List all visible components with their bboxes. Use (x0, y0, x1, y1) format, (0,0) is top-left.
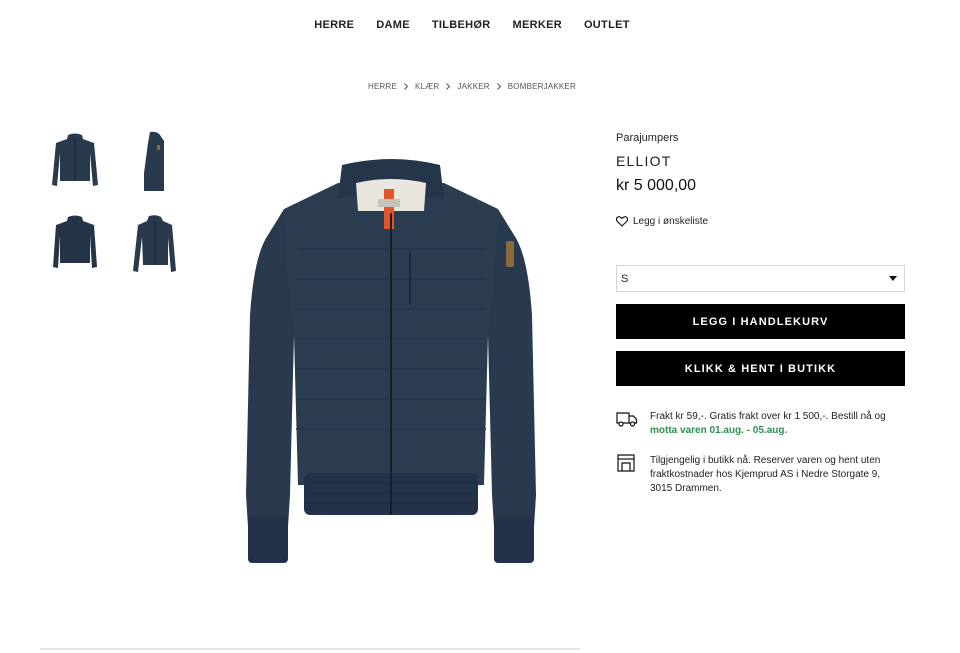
product-price: kr 5 000,00 (616, 177, 697, 194)
nav-item-herre[interactable]: HERRE (314, 19, 354, 31)
thumbnail-model[interactable] (120, 207, 190, 279)
store-availability: Tilgjengelig i butikk nå. Reserver varen… (616, 454, 905, 496)
main-nav: HERRE DAME TILBEHØR MERKER OUTLET (0, 19, 944, 31)
thumbnail-front[interactable] (40, 125, 110, 197)
nav-item-merker[interactable]: MERKER (512, 19, 561, 31)
nav-item-dame[interactable]: DAME (376, 19, 410, 31)
chevron-right-icon (404, 83, 409, 90)
size-selected-value: S (621, 272, 629, 285)
jacket-side-thumbnail (144, 131, 164, 191)
breadcrumb-klaer[interactable]: KLÆR (415, 82, 439, 91)
jacket-front-thumbnail (52, 133, 98, 186)
product-main-image[interactable] (238, 155, 544, 569)
chevron-right-icon (446, 83, 451, 90)
click-and-collect-button[interactable]: KLIKK & HENT I BUTIKK (616, 351, 905, 386)
section-divider (40, 648, 580, 650)
breadcrumb-herre[interactable]: HERRE (368, 82, 397, 91)
wishlist-button[interactable]: Legg i ønskeliste (616, 216, 708, 227)
store-availability-text: Tilgjengelig i butikk nå. Reserver varen… (650, 455, 881, 494)
size-select[interactable]: S (616, 265, 905, 292)
product-thumbnails (40, 125, 190, 279)
product-name: ELLIOT (616, 153, 672, 169)
breadcrumb-bomberjakker[interactable]: BOMBERJAKKER (508, 82, 576, 91)
shipping-text: Frakt kr 59,-. Gratis frakt over kr 1 50… (650, 411, 886, 422)
nav-item-outlet[interactable]: OUTLET (584, 19, 630, 31)
product-brand[interactable]: Parajumpers (616, 132, 905, 144)
breadcrumb: HERRE KLÆR JAKKER BOMBERJAKKER (0, 82, 944, 91)
nav-item-tilbehor[interactable]: TILBEHØR (432, 19, 491, 31)
caret-down-icon (889, 276, 897, 281)
store-icon (617, 454, 635, 472)
chevron-right-icon (496, 83, 501, 90)
jacket-back-thumbnail (53, 215, 97, 268)
thumbnail-back[interactable] (40, 207, 110, 279)
breadcrumb-jakker[interactable]: JAKKER (457, 82, 489, 91)
add-to-cart-button[interactable]: LEGG I HANDLEKURV (616, 304, 905, 339)
wishlist-label: Legg i ønskeliste (633, 216, 709, 227)
jacket-worn-thumbnail (133, 215, 176, 272)
heart-icon (616, 216, 628, 227)
truck-icon (616, 412, 638, 427)
product-info: Parajumpers ELLIOT kr 5 000,00 Legg i øn… (616, 132, 905, 494)
shipping-info: Frakt kr 59,-. Gratis frakt over kr 1 50… (616, 410, 905, 438)
thumbnail-side[interactable] (120, 125, 190, 197)
delivery-window: motta varen 01.aug. - 05.aug. (650, 425, 788, 436)
